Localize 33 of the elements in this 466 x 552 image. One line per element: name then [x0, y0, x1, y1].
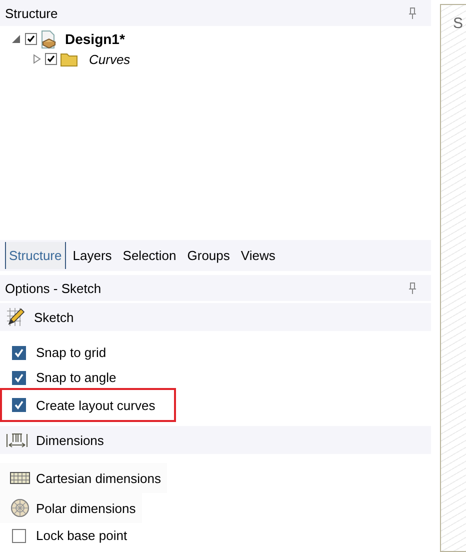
polar-grid-icon [10, 498, 30, 518]
panel-title: Options - Sketch [5, 280, 102, 296]
checkbox[interactable] [12, 346, 26, 360]
option-button[interactable]: Cartesian dimensions [0, 463, 168, 493]
section-title: Sketch [34, 310, 74, 325]
checkbox[interactable] [45, 53, 57, 66]
pin-icon[interactable] [408, 7, 417, 19]
checkbox-label[interactable]: Snap to grid [36, 345, 106, 360]
checkbox-label[interactable]: Lock base point [36, 528, 128, 543]
tab[interactable]: Structure [5, 242, 66, 270]
canvas-title: S [453, 15, 464, 32]
checkbox-label[interactable]: Snap to angle [36, 370, 116, 386]
tree-item[interactable]: Curves [89, 52, 130, 67]
checkbox-label[interactable]: Create layout curves [36, 398, 156, 413]
checkbox[interactable] [12, 370, 26, 385]
checkbox[interactable] [12, 528, 26, 542]
section-title: Dimensions [36, 432, 104, 448]
folder-icon [60, 51, 78, 68]
grid-icon [10, 472, 30, 484]
tab[interactable]: Selection [118, 242, 180, 270]
pencil-grid-icon [6, 307, 26, 328]
tab[interactable]: Layers [68, 242, 116, 270]
expand-arrow-icon[interactable] [32, 54, 42, 64]
tab[interactable]: Views [236, 242, 280, 270]
tab[interactable]: Groups [183, 242, 234, 270]
design-icon [40, 30, 58, 49]
panel-title: Structure [5, 6, 58, 20]
collapse-arrow-icon[interactable] [12, 34, 22, 44]
tree-item[interactable]: Design1* [65, 31, 125, 48]
pin-icon[interactable] [408, 282, 417, 294]
option-button[interactable]: Polar dimensions [0, 493, 142, 523]
checkbox[interactable] [25, 33, 37, 46]
checkbox[interactable] [12, 398, 26, 412]
